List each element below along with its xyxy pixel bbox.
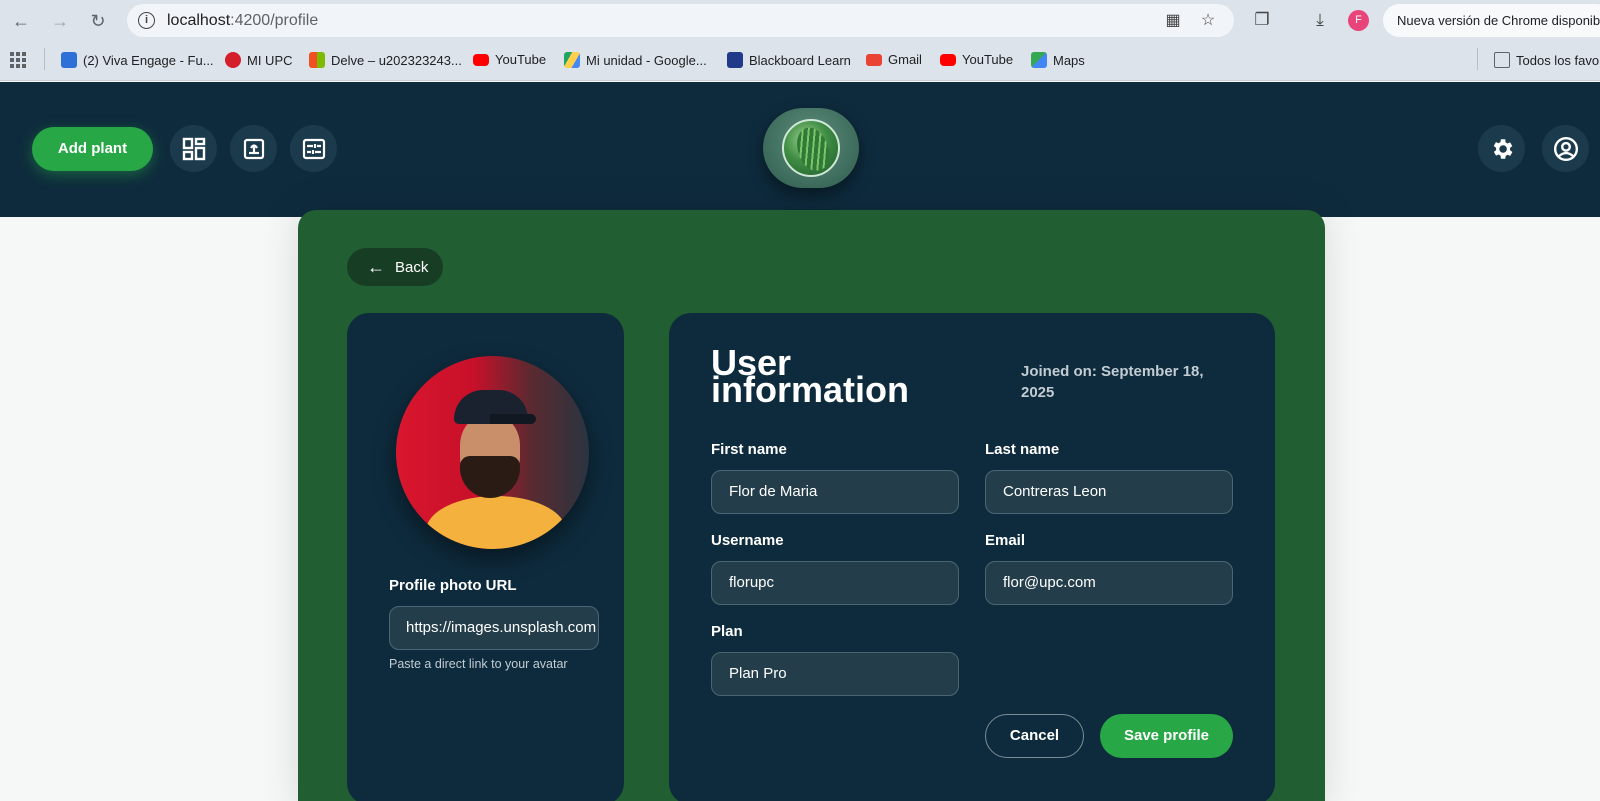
all-bookmarks-folder[interactable]: Todos los favo — [1494, 52, 1599, 68]
blackboard-icon — [727, 52, 743, 68]
apps-grid-icon[interactable] — [10, 52, 26, 68]
photo-panel: Profile photo URL https://images.unsplas… — [347, 313, 624, 801]
bookmarks-divider — [44, 48, 45, 70]
download-icon[interactable]: ⤓ — [1309, 9, 1331, 31]
url-host: localhost — [167, 12, 231, 29]
bookmark-label: YouTube — [495, 52, 547, 67]
folder-icon — [1494, 52, 1510, 68]
page-title: User information — [711, 342, 909, 410]
site-info-icon[interactable]: i — [138, 12, 155, 29]
gmail-icon — [866, 53, 882, 66]
avatar-cap-brim — [490, 414, 536, 424]
bookmark-label: (2) Viva Engage - Fu... — [83, 52, 214, 68]
address-bar[interactable]: i localhost:4200/profile ▦ ☆ — [127, 4, 1234, 37]
bookmark-label: Todos los favo — [1516, 52, 1600, 68]
settings-icon — [1493, 138, 1512, 159]
viva-engage-icon — [61, 52, 77, 68]
bookmark-label: YouTube — [962, 52, 1014, 67]
first-name-input[interactable]: Flor de Maria — [711, 470, 959, 514]
monstera-leaf-logo — [782, 119, 840, 177]
bookmark-blackboard[interactable]: Blackboard Learn — [727, 52, 851, 68]
photo-url-hint: Paste a direct link to your avatar — [389, 657, 568, 671]
back-label: Back — [395, 258, 429, 276]
bookmark-maps[interactable]: Maps — [1031, 52, 1085, 68]
bookmark-google-drive[interactable]: Mi unidad - Google... — [564, 52, 707, 68]
save-profile-button[interactable]: Save profile — [1100, 714, 1233, 758]
arrow-left-icon: ← — [367, 257, 385, 277]
profile-card: ← Back Profile photo URL https://images.… — [298, 210, 1325, 801]
back-arrow-icon[interactable]: ← — [8, 8, 34, 34]
plan-label: Plan — [711, 623, 743, 640]
maps-icon — [1031, 52, 1047, 68]
bookmark-label: Blackboard Learn — [749, 52, 851, 68]
back-button[interactable]: ← Back — [347, 248, 443, 286]
profile-avatar[interactable]: F — [1348, 10, 1369, 31]
translate-icon[interactable]: ▦ — [1163, 11, 1183, 31]
add-plant-button[interactable]: Add plant — [32, 127, 153, 171]
joined-date: Joined on: September 18, 2025 — [1021, 363, 1204, 401]
avatar-shirt — [426, 496, 566, 549]
bookmark-label: Gmail — [888, 52, 922, 67]
app-logo[interactable] — [763, 108, 859, 188]
chrome-update-button[interactable]: Nueva versión de Chrome disponible — [1383, 4, 1600, 37]
bookmark-delve[interactable]: Delve – u202323243... — [309, 52, 462, 68]
bookmark-youtube[interactable]: YouTube — [473, 52, 546, 67]
extensions-icon[interactable]: ❐ — [1251, 9, 1273, 31]
dashboard-button[interactable] — [170, 125, 217, 172]
avatar-beard — [460, 456, 520, 498]
user-info-panel: User information Joined on: September 18… — [669, 313, 1275, 801]
url-text[interactable]: localhost:4200/profile — [167, 12, 318, 30]
youtube-icon — [940, 53, 956, 66]
account-button[interactable] — [1542, 125, 1589, 172]
bookmark-label: Delve – u202323243... — [331, 52, 462, 68]
first-name-label: First name — [711, 441, 787, 458]
dashboard-icon — [182, 137, 205, 160]
cancel-button[interactable]: Cancel — [985, 714, 1084, 758]
upc-icon — [225, 52, 241, 68]
bookmark-star-icon[interactable]: ☆ — [1198, 11, 1218, 31]
bookmark-label: Maps — [1053, 52, 1085, 68]
url-path: :4200/profile — [230, 12, 319, 29]
microsoft-icon — [309, 52, 325, 68]
photo-url-label: Profile photo URL — [389, 577, 517, 594]
bookmark-label: Mi unidad - Google... — [586, 52, 707, 68]
bookmark-gmail[interactable]: Gmail — [866, 52, 922, 67]
bookmarks-divider — [1477, 48, 1478, 70]
bookmark-label: MI UPC — [247, 52, 293, 68]
plan-input[interactable]: Plan Pro — [711, 652, 959, 696]
youtube-icon — [473, 53, 489, 66]
photo-url-input[interactable]: https://images.unsplash.com — [389, 606, 599, 650]
username-input[interactable]: florupc — [711, 561, 959, 605]
email-label: Email — [985, 532, 1026, 549]
bookmark-youtube-2[interactable]: YouTube — [940, 52, 1013, 67]
account-icon — [1553, 136, 1578, 161]
avatar — [396, 356, 589, 549]
adjustments-button[interactable] — [290, 125, 337, 172]
bookmark-mi-upc[interactable]: MI UPC — [225, 52, 293, 68]
email-input[interactable]: flor@upc.com — [985, 561, 1233, 605]
last-name-input[interactable]: Contreras Leon — [985, 470, 1233, 514]
forward-arrow-icon[interactable]: → — [47, 8, 73, 34]
my-plants-button[interactable] — [230, 125, 277, 172]
app-header: Add plant — [0, 82, 1600, 217]
last-name-label: Last name — [985, 441, 1060, 458]
plant-pot-icon — [243, 138, 264, 159]
sliders-icon — [302, 138, 325, 159]
settings-button[interactable] — [1478, 125, 1525, 172]
bookmark-viva-engage[interactable]: (2) Viva Engage - Fu... — [61, 52, 214, 68]
reload-icon[interactable]: ↻ — [85, 8, 111, 34]
username-label: Username — [711, 532, 784, 549]
browser-toolbar: ← → ↻ i localhost:4200/profile ▦ ☆ ❐ ⤓ F… — [0, 0, 1600, 41]
google-drive-icon — [564, 52, 580, 68]
